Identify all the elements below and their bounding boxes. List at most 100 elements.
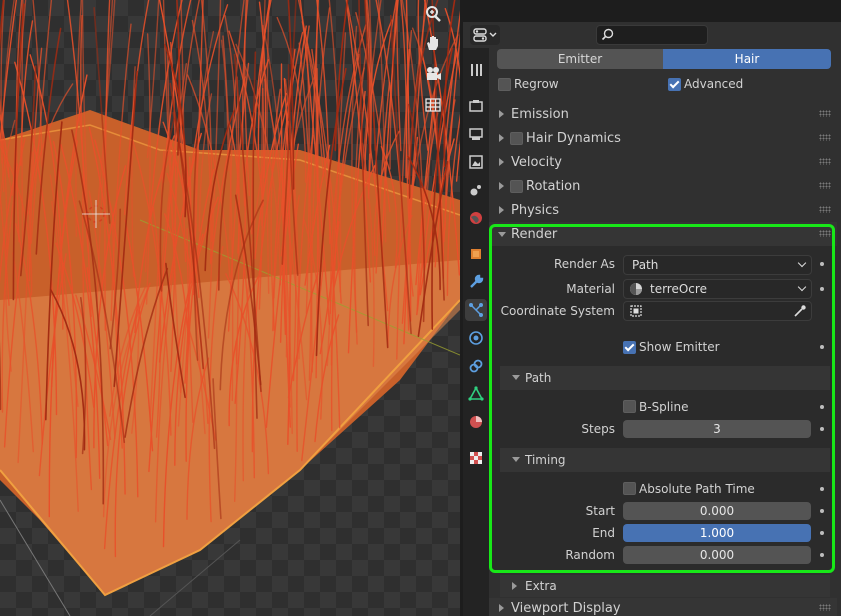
type-hair-button[interactable]: Hair [663, 49, 831, 69]
disclosure-triangle-icon [499, 604, 504, 612]
disclosure-triangle-icon [512, 582, 517, 590]
rotation-checkbox[interactable] [510, 180, 523, 193]
coordinate-system-field[interactable] [623, 301, 812, 321]
render-as-dropdown[interactable]: Path [623, 255, 812, 275]
start-field[interactable]: 0.000 [623, 502, 811, 520]
random-field[interactable]: 0.000 [623, 546, 811, 564]
keyframe-dot[interactable] [820, 262, 824, 266]
material-value: terreOcre [650, 282, 707, 296]
world-icon [470, 212, 482, 224]
section-rotation[interactable]: Rotation [489, 174, 837, 198]
drag-handle-icon[interactable] [819, 134, 831, 141]
section-label: Physics [511, 203, 560, 218]
drag-handle-icon[interactable] [819, 206, 831, 213]
keyframe-dot[interactable] [820, 405, 824, 409]
disclosure-triangle-icon [499, 134, 504, 142]
material-icon [470, 416, 482, 428]
section-physics[interactable]: Physics [489, 198, 837, 222]
editor-type-button[interactable] [470, 25, 500, 45]
section-velocity[interactable]: Velocity [489, 150, 837, 174]
keyframe-dot[interactable] [820, 287, 824, 291]
properties-editor-icon [473, 28, 487, 42]
coordinate-system-label: Coordinate System [500, 304, 615, 318]
drag-handle-icon[interactable] [819, 230, 831, 237]
drag-handle-icon[interactable] [819, 604, 831, 611]
section-label: Velocity [511, 155, 562, 170]
section-hair-dynamics[interactable]: Hair Dynamics [489, 126, 837, 150]
render-as-label: Render As [554, 257, 615, 271]
advanced-checkbox[interactable] [668, 78, 681, 91]
subpanel-timing-header[interactable]: Timing [500, 448, 830, 472]
show-emitter-label: Show Emitter [639, 340, 720, 354]
object-icon [471, 249, 481, 259]
object-selector-icon [630, 305, 642, 317]
drag-handle-icon[interactable] [819, 182, 831, 189]
type-emitter-button[interactable]: Emitter [497, 49, 663, 69]
material-dropdown[interactable]: terreOcre [623, 279, 812, 299]
absolute-path-time-checkbox[interactable] [623, 482, 636, 495]
show-emitter-checkbox[interactable] [623, 341, 636, 354]
tab-render[interactable] [465, 95, 487, 117]
3d-viewport[interactable] [0, 0, 460, 616]
section-label: Render [511, 227, 558, 242]
keyframe-dot[interactable] [820, 531, 824, 535]
tab-material[interactable] [465, 411, 487, 433]
drag-handle-icon[interactable] [819, 158, 831, 165]
tool-icon [471, 64, 482, 76]
tab-world[interactable] [465, 207, 487, 229]
grid-icon[interactable] [424, 96, 446, 118]
tab-texture[interactable] [465, 447, 487, 469]
drag-handle-icon[interactable] [819, 110, 831, 117]
keyframe-dot[interactable] [820, 553, 824, 557]
tab-particles[interactable] [465, 299, 487, 321]
keyframe-dot[interactable] [820, 427, 824, 431]
section-label: Viewport Display [511, 601, 621, 616]
camera-icon[interactable] [424, 65, 446, 87]
chevron-down-icon [797, 258, 807, 268]
chevron-down-icon [489, 32, 497, 37]
properties-top-strip [463, 0, 841, 22]
section-label: Rotation [526, 179, 581, 194]
keyframe-dot[interactable] [820, 345, 824, 349]
tab-modifier[interactable] [465, 271, 487, 293]
subpanel-label: Timing [525, 453, 566, 467]
section-render[interactable]: Render [489, 222, 837, 246]
tab-physics[interactable] [465, 327, 487, 349]
tab-output[interactable] [465, 123, 487, 145]
tab-view-layer[interactable] [465, 151, 487, 173]
subpanel-path-header[interactable]: Path [500, 366, 830, 390]
modifier-icon [470, 274, 484, 288]
disclosure-triangle-icon [498, 232, 506, 237]
hand-icon[interactable] [424, 34, 446, 56]
subpanel-label: Path [525, 371, 552, 385]
bspline-checkbox[interactable] [623, 400, 636, 413]
regrow-checkbox[interactable] [498, 78, 511, 91]
subpanel-extra-header[interactable]: Extra [500, 575, 830, 597]
scene-icon [470, 185, 481, 196]
search-field[interactable] [596, 25, 708, 45]
eyedropper-icon[interactable] [793, 304, 807, 318]
advanced-label: Advanced [684, 77, 744, 91]
steps-field[interactable]: 3 [623, 420, 811, 438]
hair-dynamics-checkbox[interactable] [510, 132, 523, 145]
start-label: Start [585, 504, 615, 518]
tab-scene[interactable] [465, 179, 487, 201]
section-emission[interactable]: Emission [489, 102, 837, 126]
tab-object[interactable] [465, 243, 487, 265]
end-label: End [592, 526, 615, 540]
tab-constraints[interactable] [465, 355, 487, 377]
steps-label: Steps [581, 422, 615, 436]
keyframe-dot[interactable] [820, 487, 824, 491]
search-input[interactable] [617, 27, 705, 44]
data-icon [468, 386, 484, 401]
subpanel-label: Extra [525, 579, 557, 593]
section-label: Hair Dynamics [526, 131, 621, 146]
disclosure-triangle-icon [512, 375, 520, 380]
keyframe-dot[interactable] [820, 509, 824, 513]
end-field[interactable]: 1.000 [623, 524, 811, 542]
tab-data[interactable] [465, 383, 487, 405]
section-viewport-display[interactable]: Viewport Display [489, 598, 837, 616]
zoom-icon[interactable] [424, 5, 446, 27]
material-sphere-icon [630, 283, 642, 295]
tab-tool[interactable] [465, 59, 487, 81]
